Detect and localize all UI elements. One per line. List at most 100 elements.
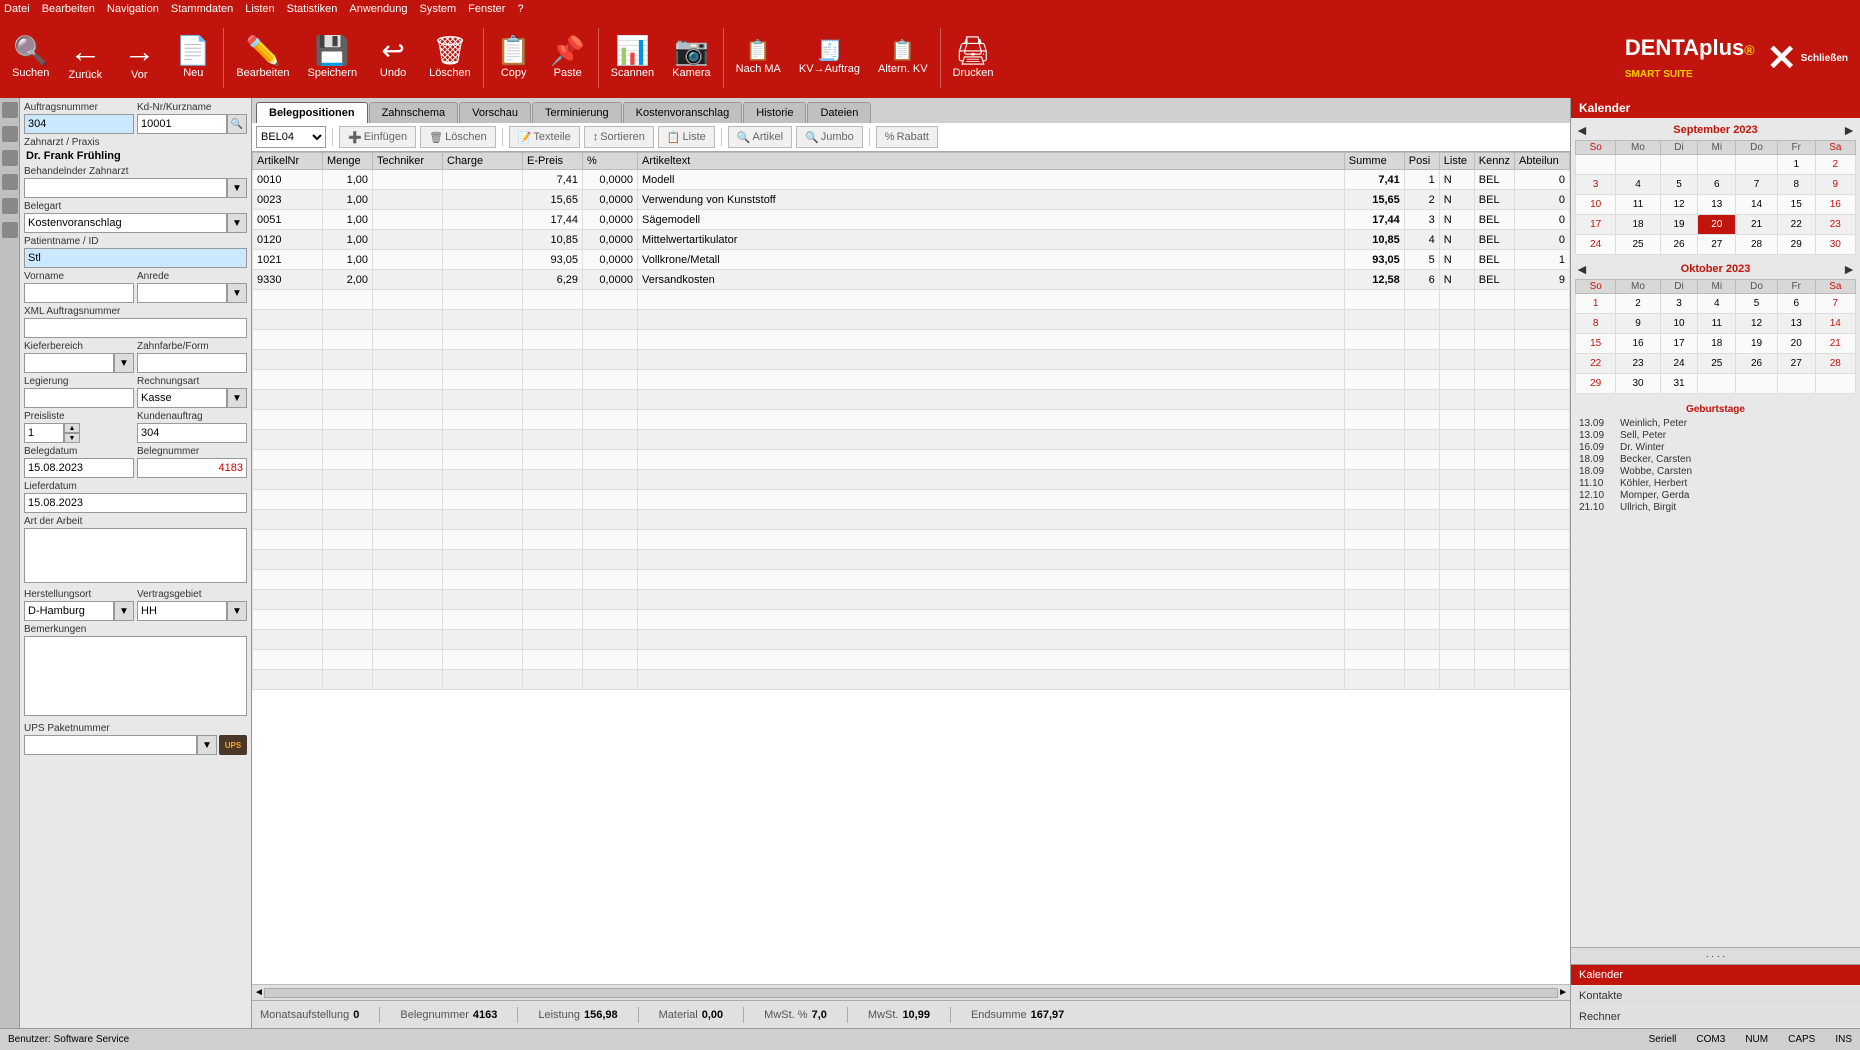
- sep-prev-btn[interactable]: ◄: [1575, 122, 1589, 138]
- cal-day[interactable]: 12: [1736, 314, 1778, 334]
- left-icon-1[interactable]: [2, 102, 18, 118]
- menu-anwendung[interactable]: Anwendung: [349, 3, 407, 15]
- oct-next-btn[interactable]: ►: [1842, 261, 1856, 277]
- liste-btn[interactable]: 📋 Liste: [658, 126, 715, 148]
- cal-day[interactable]: [1736, 374, 1778, 394]
- cal-day[interactable]: 3: [1576, 175, 1616, 195]
- herstellungsort-down-btn[interactable]: ▼: [114, 601, 134, 621]
- cal-day[interactable]: 23: [1815, 215, 1855, 235]
- scannen-button[interactable]: 📊 Scannen: [603, 22, 662, 94]
- cal-day[interactable]: 11: [1698, 314, 1736, 334]
- right-tab-kalender[interactable]: Kalender: [1571, 965, 1860, 985]
- table-row-empty[interactable]: [253, 290, 1570, 310]
- belegnummer-input[interactable]: [137, 458, 247, 478]
- belegart-input[interactable]: [24, 213, 227, 233]
- cal-day[interactable]: 14: [1815, 314, 1855, 334]
- altern-kv-button[interactable]: 📋 Altern. KV: [870, 22, 936, 94]
- cal-day[interactable]: 16: [1616, 334, 1660, 354]
- cal-day[interactable]: 22: [1777, 215, 1815, 235]
- cal-day[interactable]: 1: [1777, 155, 1815, 175]
- table-row[interactable]: 00231,0015,650,0000Verwendung von Kunsts…: [253, 190, 1570, 210]
- vertragsgebiet-input[interactable]: [137, 601, 227, 621]
- loschen-button[interactable]: 🗑 Löschen: [421, 22, 479, 94]
- table-row-empty[interactable]: [253, 630, 1570, 650]
- cal-day[interactable]: 5: [1660, 175, 1698, 195]
- table-row-empty[interactable]: [253, 590, 1570, 610]
- cal-day[interactable]: 18: [1616, 215, 1660, 235]
- table-row-empty[interactable]: [253, 310, 1570, 330]
- cal-day[interactable]: 23: [1616, 354, 1660, 374]
- cal-day[interactable]: 9: [1815, 175, 1855, 195]
- cal-day[interactable]: 19: [1660, 215, 1698, 235]
- cal-day[interactable]: 4: [1616, 175, 1660, 195]
- zahnfarbe-input[interactable]: [137, 353, 247, 373]
- left-icon-4[interactable]: [2, 174, 18, 190]
- oct-prev-btn[interactable]: ◄: [1575, 261, 1589, 277]
- cal-day[interactable]: 2: [1616, 294, 1660, 314]
- cal-day[interactable]: 10: [1660, 314, 1698, 334]
- cal-day[interactable]: 6: [1777, 294, 1815, 314]
- cal-day[interactable]: 15: [1777, 195, 1815, 215]
- right-tab-rechner[interactable]: Rechner: [1571, 1007, 1860, 1027]
- cal-day[interactable]: 28: [1815, 354, 1855, 374]
- xml-input[interactable]: [24, 318, 247, 338]
- right-tab-kontakte[interactable]: Kontakte: [1571, 986, 1860, 1006]
- cal-day[interactable]: [1576, 155, 1616, 175]
- cal-day[interactable]: 8: [1576, 314, 1616, 334]
- kieferbereich-input[interactable]: [24, 353, 114, 373]
- cal-day[interactable]: 19: [1736, 334, 1778, 354]
- belegdatum-input[interactable]: [24, 458, 134, 478]
- table-row-empty[interactable]: [253, 610, 1570, 630]
- cal-day[interactable]: 31: [1660, 374, 1698, 394]
- cal-day[interactable]: 11: [1616, 195, 1660, 215]
- cal-day[interactable]: 2: [1815, 155, 1855, 175]
- cal-day[interactable]: 20: [1777, 334, 1815, 354]
- cal-day[interactable]: 13: [1777, 314, 1815, 334]
- loschen-action-btn[interactable]: 🗑 Löschen: [420, 126, 496, 148]
- table-row[interactable]: 00101,007,410,0000Modell7,411NBEL0: [253, 170, 1570, 190]
- table-row-empty[interactable]: [253, 530, 1570, 550]
- vertragsgebiet-down-btn[interactable]: ▼: [227, 601, 247, 621]
- cal-day[interactable]: 29: [1576, 374, 1616, 394]
- cal-day[interactable]: [1660, 155, 1698, 175]
- cal-day[interactable]: 9: [1616, 314, 1660, 334]
- table-row-empty[interactable]: [253, 490, 1570, 510]
- ups-down-btn[interactable]: ▼: [197, 735, 217, 755]
- scroll-left-btn[interactable]: ◄: [254, 987, 264, 998]
- cal-day[interactable]: 17: [1576, 215, 1616, 235]
- cal-day[interactable]: 22: [1576, 354, 1616, 374]
- tab-belegpositionen[interactable]: Belegpositionen: [256, 102, 368, 123]
- behandelnder-down-btn[interactable]: ▼: [227, 178, 247, 198]
- menu-navigation[interactable]: Navigation: [107, 3, 159, 15]
- cal-day[interactable]: 8: [1777, 175, 1815, 195]
- left-icon-3[interactable]: [2, 150, 18, 166]
- rechnungsart-input[interactable]: [137, 388, 227, 408]
- cal-day[interactable]: 21: [1815, 334, 1855, 354]
- menu-datei[interactable]: Datei: [4, 3, 30, 15]
- cal-day[interactable]: 21: [1736, 215, 1778, 235]
- cal-day[interactable]: 4: [1698, 294, 1736, 314]
- copy-button[interactable]: 📋 Copy: [488, 22, 540, 94]
- auftragsnummer-input[interactable]: [24, 114, 134, 134]
- neu-button[interactable]: 📄 Neu: [167, 22, 219, 94]
- preisliste-down[interactable]: ▼: [64, 433, 80, 443]
- texteile-btn[interactable]: 📝 Texteile: [509, 126, 580, 148]
- table-row-empty[interactable]: [253, 330, 1570, 350]
- jumbo-btn[interactable]: 🔍 Jumbo: [796, 126, 863, 148]
- zuruck-button[interactable]: ← Zurück: [59, 22, 111, 94]
- cal-day[interactable]: 10: [1576, 195, 1616, 215]
- close-button[interactable]: ✕: [1767, 37, 1797, 79]
- preisliste-input[interactable]: [24, 423, 64, 443]
- hscroll-inner[interactable]: [264, 988, 1558, 998]
- paste-button[interactable]: 📌 Paste: [542, 22, 594, 94]
- tab-kostenvoranschlag[interactable]: Kostenvoranschlag: [623, 102, 743, 123]
- bearbeiten-button[interactable]: ✏️ Bearbeiten: [228, 22, 297, 94]
- table-row-empty[interactable]: [253, 570, 1570, 590]
- table-row-empty[interactable]: [253, 430, 1570, 450]
- left-icon-6[interactable]: [2, 222, 18, 238]
- anrede-down-btn[interactable]: ▼: [227, 283, 247, 303]
- cal-day[interactable]: [1698, 155, 1736, 175]
- cal-day[interactable]: 5: [1736, 294, 1778, 314]
- artikel-btn[interactable]: 🔍 Artikel: [728, 126, 792, 148]
- right-collapse-btn[interactable]: · · · ·: [1571, 947, 1860, 964]
